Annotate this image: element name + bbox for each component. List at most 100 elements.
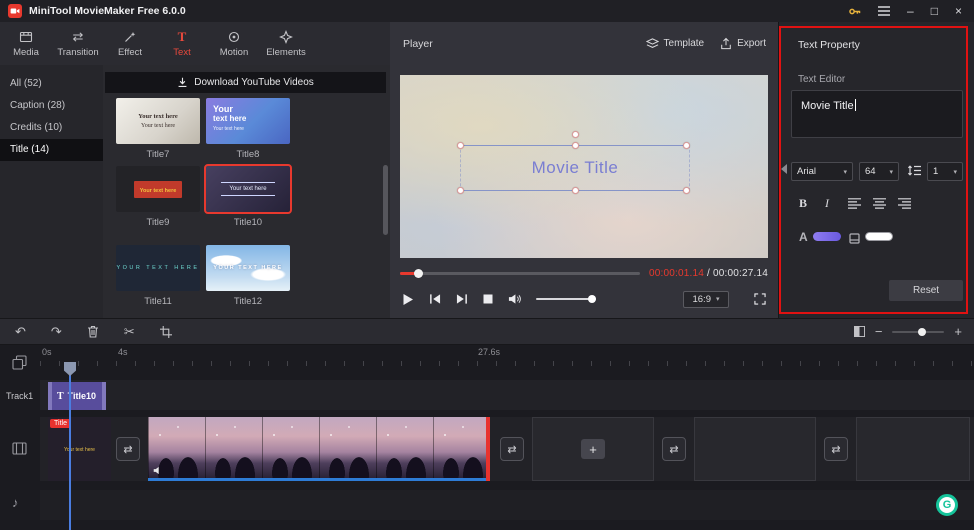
tab-motion[interactable]: Motion [208, 22, 260, 65]
resize-handle-bottom-right[interactable] [683, 187, 690, 194]
align-center-button[interactable] [873, 194, 886, 212]
empty-clip-slot-3[interactable] [856, 417, 970, 481]
overlay-text[interactable]: Movie Title [532, 158, 619, 178]
template-thumbnail[interactable]: YOUR TEXT HERE [116, 245, 200, 291]
template-thumbnail[interactable]: YOUR TEXT HERE [206, 245, 290, 291]
timeline-zoom-slider[interactable] [892, 331, 944, 333]
export-icon [720, 37, 732, 50]
volume-icon[interactable] [508, 293, 521, 305]
transition-slot-4[interactable]: ⇄ [824, 437, 848, 461]
clip-trim-handle[interactable] [486, 417, 490, 481]
volume-slider[interactable] [536, 298, 596, 300]
timeline-ruler[interactable] [40, 361, 974, 366]
empty-clip-slot-2[interactable] [694, 417, 816, 481]
resize-handle-bottom-center[interactable] [572, 187, 579, 194]
tab-effect[interactable]: Effect [104, 22, 156, 65]
font-family-dropdown[interactable]: Arial ▾ [791, 162, 853, 181]
bold-button[interactable]: B [799, 194, 807, 212]
category-all[interactable]: All (52) [0, 73, 103, 95]
text-editor-value: Movie Title [801, 100, 854, 112]
tab-label: Text [173, 47, 190, 58]
tab-elements[interactable]: Elements [260, 22, 312, 65]
rotate-handle[interactable] [572, 131, 579, 138]
redo-button[interactable]: ↷ [51, 325, 62, 338]
template-title11[interactable]: YOUR TEXT HERE Title11 [116, 245, 200, 307]
music-track-row[interactable] [40, 490, 974, 520]
template-thumbnail[interactable]: Your text here [206, 166, 290, 212]
maximize-button[interactable]: □ [931, 5, 938, 17]
transition-slot-1[interactable]: ⇄ [116, 437, 140, 461]
template-title10-selected[interactable]: Your text here Title10 [206, 166, 290, 228]
stop-button[interactable] [483, 294, 493, 304]
align-right-button[interactable] [898, 194, 911, 212]
zoom-handle[interactable] [918, 328, 926, 336]
text-color-swatch[interactable] [813, 232, 841, 241]
menu-icon[interactable] [878, 6, 890, 16]
font-size-dropdown[interactable]: 64 ▾ [859, 162, 899, 181]
template-thumbnail[interactable]: Your text here Your text here [206, 98, 290, 144]
align-left-button[interactable] [848, 194, 861, 212]
aspect-ratio-dropdown[interactable]: 16:9 ▾ [683, 291, 729, 308]
title-track-row[interactable] [40, 380, 974, 410]
timeline-clip-title[interactable]: Title Your text here [48, 417, 111, 481]
delete-button[interactable] [87, 325, 99, 338]
reset-button[interactable]: Reset [889, 280, 963, 301]
tab-text[interactable]: T Text [156, 22, 208, 65]
seek-bar[interactable] [400, 272, 640, 275]
text-editor-input[interactable]: Movie Title [791, 90, 963, 138]
template-button[interactable]: Template [646, 37, 705, 50]
ruler-label: 4s [118, 347, 128, 357]
resize-handle-bottom-left[interactable] [457, 187, 464, 194]
media-library-icon[interactable] [12, 355, 27, 370]
play-button[interactable] [402, 293, 414, 306]
italic-button[interactable]: I [825, 194, 829, 212]
template-scrollbar[interactable] [383, 165, 388, 235]
download-youtube-banner[interactable]: Download YouTube Videos [105, 72, 386, 93]
playhead-handle[interactable] [64, 362, 76, 376]
transition-slot-2[interactable]: ⇄ [500, 437, 524, 461]
empty-clip-slot-1[interactable]: + [532, 417, 654, 481]
crop-button[interactable] [160, 326, 172, 338]
resize-handle-top-center[interactable] [572, 142, 579, 149]
category-credits[interactable]: Credits (10) [0, 117, 103, 139]
tab-media[interactable]: Media [0, 22, 52, 65]
seek-handle[interactable] [414, 269, 423, 278]
category-caption[interactable]: Caption (28) [0, 95, 103, 117]
collapse-panel-icon[interactable] [781, 164, 787, 174]
fit-timeline-icon[interactable] [854, 326, 865, 337]
fill-color-swatch[interactable] [865, 232, 893, 241]
line-spacing-dropdown[interactable]: 1 ▾ [927, 162, 963, 181]
video-track-icon[interactable] [12, 442, 27, 455]
music-track-icon[interactable]: ♪ [12, 495, 19, 510]
export-button[interactable]: Export [720, 37, 766, 50]
resize-handle-top-left[interactable] [457, 142, 464, 149]
template-title8[interactable]: Your text here Your text here Title8 [206, 98, 290, 160]
undo-button[interactable]: ↶ [15, 325, 26, 338]
volume-handle[interactable] [588, 295, 596, 303]
template-title12[interactable]: YOUR TEXT HERE Title12 [206, 245, 290, 307]
title-clip-title10[interactable]: T Title10 [48, 382, 106, 410]
video-clip-strip[interactable] [148, 417, 490, 481]
minimize-button[interactable]: – [907, 5, 914, 17]
next-frame-button[interactable] [456, 293, 468, 305]
template-thumbnail[interactable]: Your text here Your text here [116, 98, 200, 144]
video-frames [148, 417, 490, 481]
zoom-in-button[interactable]: + [954, 325, 962, 338]
close-button[interactable]: × [955, 5, 962, 17]
split-button[interactable]: ✂ [124, 325, 135, 338]
resize-handle-top-right[interactable] [683, 142, 690, 149]
template-title9[interactable]: Your text here Title9 [116, 166, 200, 228]
green-circle-badge[interactable]: G [936, 494, 958, 516]
video-preview[interactable]: Movie Title [400, 75, 768, 258]
template-title7[interactable]: Your text here Your text here Title7 [116, 98, 200, 160]
zoom-out-button[interactable]: − [875, 325, 883, 338]
license-key-icon[interactable] [848, 5, 861, 18]
previous-frame-button[interactable] [429, 293, 441, 305]
fullscreen-button[interactable] [754, 293, 766, 305]
add-clip-button[interactable]: + [581, 439, 605, 459]
text-selection-box[interactable]: Movie Title [460, 145, 690, 191]
template-thumbnail[interactable]: Your text here [116, 166, 200, 212]
tab-transition[interactable]: ⇄ Transition [52, 22, 104, 65]
transition-slot-3[interactable]: ⇄ [662, 437, 686, 461]
category-title[interactable]: Title (14) [0, 139, 103, 161]
